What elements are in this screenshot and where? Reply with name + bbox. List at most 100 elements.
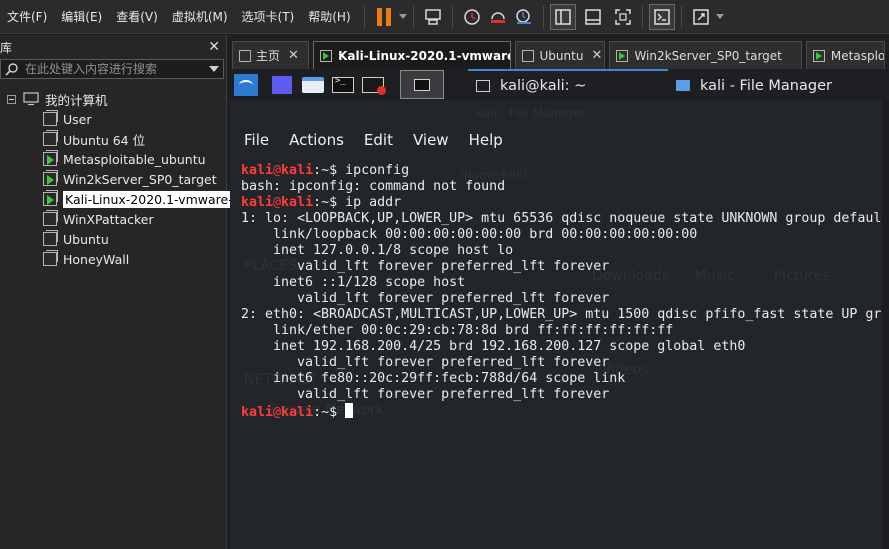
search-dropdown-icon[interactable] [209,66,219,72]
vm-running-icon [43,170,58,186]
pause-icon [376,7,391,26]
terminal-output[interactable]: kali@kali:~$ ipconfig bash: ipconfig: com… [241,163,889,421]
command-text: ipconfig [345,163,410,178]
vm-icon [521,49,534,62]
send-ctrl-alt-del-button[interactable] [420,4,446,30]
library-title: 库 [0,40,13,55]
tab-metasploit[interactable]: Metasploit [805,41,885,69]
pause-dropdown-icon[interactable] [398,14,407,19]
terminal-menu-edit[interactable]: Edit [364,131,393,149]
thumbnail-bar-button[interactable] [580,4,606,30]
tab-ubuntu[interactable]: Ubuntu ✕ [514,41,606,69]
tab-label: Ubuntu [539,48,584,63]
vm-icon [43,250,58,266]
tree-item-label: HoneyWall [63,251,130,267]
toolbar-separator [451,5,453,28]
kali-menu-icon[interactable] [234,73,258,96]
tree-item-kali-linux[interactable]: Kali-Linux-2020.1-vmware-a [0,189,243,209]
snapshot-manager-button[interactable] [511,4,537,30]
menu-tabs[interactable]: 选项卡(T) [235,0,302,34]
tab-label: 主页 [256,49,281,63]
toolbar-separator [542,5,544,28]
tree-item-ubuntu-64[interactable]: Ubuntu 64 位 [0,129,226,149]
tree-item-win2kserver[interactable]: Win2kServer_SP0_target [0,169,226,189]
taskbar-window-terminal[interactable]: kali@kali: ~ [468,69,668,100]
close-icon[interactable]: ✕ [591,48,602,63]
taskbar-window-label: kali@kali: ~ [500,77,587,94]
tree-item-label: Ubuntu [63,231,109,247]
terminal-output-line: inet6 ::1/128 scope host [241,275,466,290]
file-manager-icon[interactable] [302,76,324,93]
stretch-guest-button[interactable] [688,4,714,30]
terminal-output-line: bash: ipconfig: command not found [241,179,506,194]
tree-item-winxpattacker[interactable]: WinXPattacker [0,209,226,229]
terminal-menu-view[interactable]: View [413,131,449,149]
screen-recorder-icon[interactable] [362,76,386,95]
terminal-command-line: kali@kali:~$ ip addr [241,195,889,211]
prompt-suffix: :~$ [313,163,346,178]
thumbnail-bar-icon [584,8,601,25]
close-icon[interactable]: ✕ [288,48,299,63]
terminal-menu-help[interactable]: Help [469,131,503,149]
tree-item-label: Ubuntu 64 位 [63,132,146,148]
home-icon [239,49,251,62]
folder-icon [676,80,690,91]
revert-snapshot-button[interactable] [485,4,511,30]
tree-item-user[interactable]: User [0,109,226,129]
workspace-icon[interactable] [272,75,292,94]
tree-item-honeywall[interactable]: HoneyWall [0,249,226,269]
terminal-icon [476,79,490,92]
terminal-task-button[interactable] [400,70,444,99]
terminal-menu-file[interactable]: File [244,131,269,149]
tab-label: Metasploit [830,48,885,63]
pause-button[interactable] [371,4,397,30]
terminal-icon [414,78,430,91]
stretch-dropdown-icon[interactable] [715,14,724,19]
menu-help[interactable]: 帮助(H) [301,0,357,34]
terminal-command-line: kali@kali:~$ ipconfig [241,163,889,179]
menu-edit[interactable]: 编辑(E) [54,0,109,34]
tab-home[interactable]: 主页 ✕ [232,41,310,69]
console-view-button[interactable] [648,3,675,30]
terminal-menubar: File Actions Edit View Help [230,125,889,155]
snapshot-button[interactable] [459,4,485,30]
terminal-output-line: link/ether 00:0c:29:cb:78:8d brd ff:ff:f… [241,323,674,338]
tree-item-ubuntu[interactable]: Ubuntu [0,229,226,249]
prompt-user: kali [241,163,274,178]
terminal-menu-actions[interactable]: Actions [289,131,344,149]
menu-view[interactable]: 查看(V) [109,0,165,34]
library-panel: 库 ✕ 我的计算机 User Ubuntu 64 位 Metasploitabl… [0,35,243,549]
tree-root-my-computer[interactable]: 我的计算机 [0,89,226,109]
search-icon [5,63,18,76]
library-close-icon[interactable]: ✕ [208,39,220,55]
guest-display[interactable]: kali - File Manager /home/kali/ PLACES D… [230,69,889,549]
terminal-output-line: valid_lft forever preferred_lft forever [241,355,610,370]
library-search-input[interactable] [25,62,205,76]
tab-kali-linux[interactable]: Kali-Linux-2020.1-vmware... ✕ [313,41,511,69]
terminal-output-line: valid_lft forever preferred_lft forever [241,259,610,274]
terminal-launcher-icon[interactable] [332,76,354,93]
prompt-at: @ [273,405,282,420]
collapse-icon[interactable] [7,94,16,104]
tree-item-label: WinXPattacker [63,211,154,227]
computer-icon [23,92,39,106]
tree-item-label: Win2kServer_SP0_target [63,171,217,187]
tab-win2kserver[interactable]: Win2kServer_SP0_target ✕ [609,41,802,69]
show-library-button[interactable] [549,3,576,30]
terminal-output-line: 2: eth0: <BROADCAST,MULTICAST,UP,LOWER_U… [241,307,889,322]
prompt-suffix: :~$ [313,195,346,210]
taskbar-window-file-manager[interactable]: kali - File Manager [668,69,840,100]
text-cursor [345,403,354,418]
terminal-output-line: inet 192.168.200.4/25 brd 192.168.200.12… [241,339,746,354]
menu-vm[interactable]: 虚拟机(M) [165,0,235,34]
full-screen-button[interactable] [610,4,636,30]
full-screen-icon [614,8,631,25]
tree-root-label: 我的计算机 [45,92,108,108]
toolbar-separator [412,5,414,28]
vm-icon [43,230,58,246]
tab-label: Win2kServer_SP0_target [634,48,782,63]
menu-file[interactable]: 文件(F) [0,0,54,34]
tree-item-metasploitable[interactable]: Metasploitable_ubuntu [0,149,226,169]
terminal-scrollbar[interactable] [882,100,889,549]
console-icon [653,8,670,25]
